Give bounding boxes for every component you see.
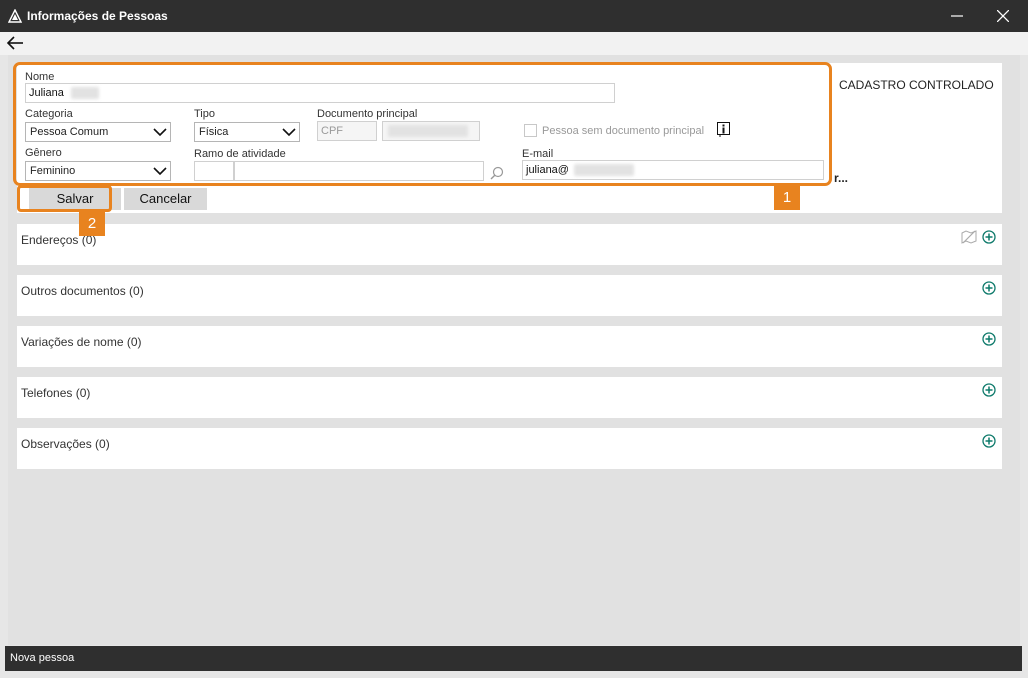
add-circle-icon[interactable] — [982, 332, 996, 346]
truncated-text: r... — [834, 171, 849, 185]
app-logo-icon — [8, 9, 22, 23]
map-off-icon[interactable] — [961, 229, 977, 245]
minimize-icon — [951, 15, 963, 17]
section-observacoes[interactable]: Observações (0) — [17, 428, 1002, 469]
window-title: Informações de Pessoas — [27, 9, 168, 23]
back-button[interactable] — [6, 34, 26, 52]
section-telefones[interactable]: Telefones (0) — [17, 377, 1002, 418]
arrow-left-icon — [6, 36, 23, 50]
highlight-form-fields — [13, 62, 832, 186]
highlight-save-button — [17, 185, 112, 212]
section-title: Variações de nome (0) — [21, 335, 142, 349]
section-outros-documentos[interactable]: Outros documentos (0) — [17, 275, 1002, 316]
title-bar: Informações de Pessoas — [0, 0, 1028, 32]
section-title: Outros documentos (0) — [21, 284, 144, 298]
cadastro-controlado-label: CADASTRO CONTROLADO — [839, 78, 994, 92]
add-circle-icon[interactable] — [982, 281, 996, 295]
add-circle-icon[interactable] — [982, 383, 996, 397]
navigation-bar — [0, 32, 1028, 55]
cancel-button[interactable]: Cancelar — [124, 188, 207, 210]
status-bar: Nova pessoa — [5, 646, 1022, 671]
callout-badge-2: 2 — [79, 212, 105, 236]
close-window-button[interactable] — [980, 0, 1026, 32]
close-icon — [997, 10, 1009, 22]
section-variacoes-de-nome[interactable]: Variações de nome (0) — [17, 326, 1002, 367]
section-enderecos[interactable]: Endereços (0) — [17, 224, 1002, 265]
callout-badge-1: 1 — [774, 186, 800, 210]
minimize-button[interactable] — [934, 0, 980, 32]
add-circle-icon[interactable] — [982, 434, 996, 448]
add-circle-icon[interactable] — [982, 230, 996, 244]
section-title: Telefones (0) — [21, 386, 91, 400]
section-title: Observações (0) — [21, 437, 110, 451]
